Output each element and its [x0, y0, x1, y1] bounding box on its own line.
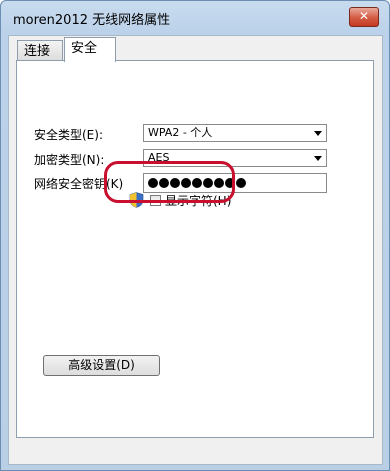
- tab-security[interactable]: 安全: [64, 37, 116, 62]
- chevron-down-icon: [314, 156, 322, 161]
- highlight-ring: [104, 161, 235, 203]
- advanced-settings-button[interactable]: 高级设置(D): [43, 355, 160, 376]
- password-dot: [236, 178, 246, 188]
- dialog-client-area: 连接 安全 安全类型(E): WPA2 - 个人 加密类型(N): AES 网络…: [8, 35, 383, 465]
- security-panel: 安全类型(E): WPA2 - 个人 加密类型(N): AES 网络安全密钥(K…: [16, 60, 374, 438]
- properties-window: moren2012 无线网络属性 ✕ 连接 安全 安全类型(E): WPA2 -…: [0, 0, 390, 471]
- security-type-label: 安全类型(E):: [34, 128, 103, 142]
- security-type-value: WPA2 - 个人: [148, 126, 213, 139]
- chevron-down-icon: [314, 131, 322, 136]
- security-type-select[interactable]: WPA2 - 个人: [143, 124, 327, 142]
- close-button[interactable]: ✕: [349, 7, 379, 27]
- tab-connection[interactable]: 连接: [17, 40, 63, 61]
- window-title: moren2012 无线网络属性: [13, 13, 171, 28]
- title-bar: moren2012 无线网络属性 ✕: [1, 1, 389, 35]
- encryption-type-label: 加密类型(N):: [34, 153, 105, 167]
- dialog-bottom-area: [9, 438, 382, 464]
